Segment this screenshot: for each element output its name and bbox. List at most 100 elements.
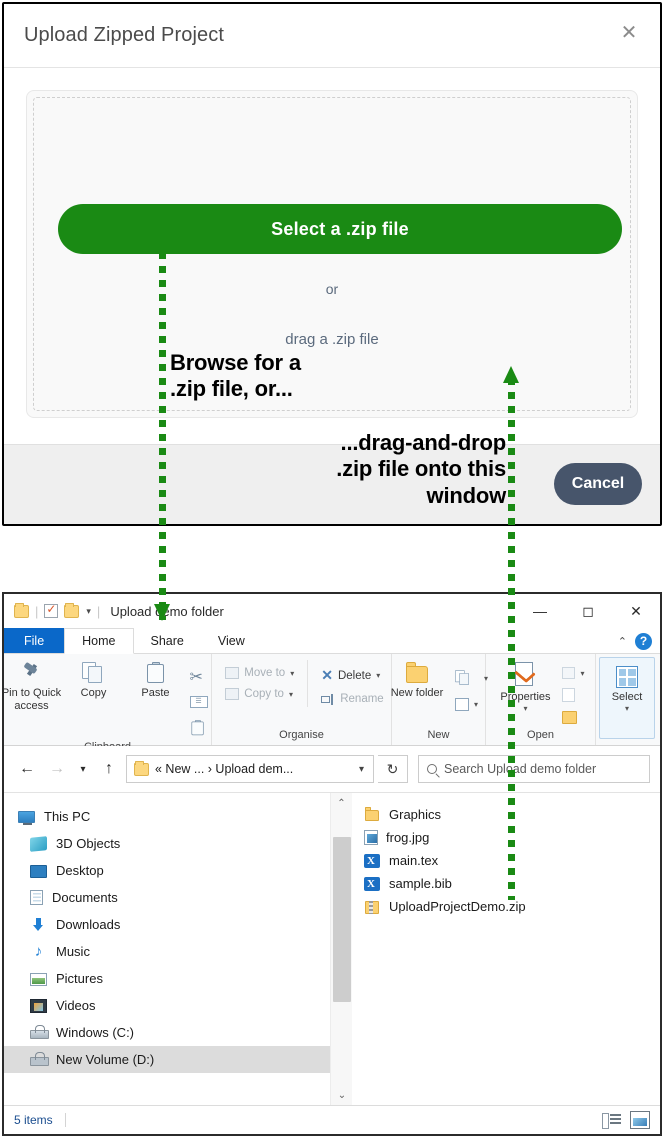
cancel-button[interactable]: Cancel	[554, 463, 642, 505]
move-to-icon	[225, 667, 240, 679]
minimize-button[interactable]: —	[516, 594, 564, 628]
status-bar: 5 items	[4, 1105, 660, 1133]
edit-button[interactable]	[559, 686, 587, 704]
file-name: sample.bib	[389, 876, 452, 891]
annotation-line-drag	[508, 378, 515, 900]
nav-item-3d-objects[interactable]: 3D Objects	[4, 830, 352, 857]
file-name: Graphics	[389, 807, 442, 822]
ribbon-group-new: New folder ▾ ▾ New	[391, 654, 488, 745]
refresh-button[interactable]: ↻	[378, 755, 408, 783]
tab-file[interactable]: File	[4, 628, 65, 653]
folder-icon[interactable]	[64, 602, 80, 618]
tab-home[interactable]: Home	[64, 628, 134, 654]
details-view-icon[interactable]	[602, 1111, 622, 1129]
annotation-line-browse	[159, 238, 166, 620]
history-button[interactable]	[559, 709, 587, 726]
paste-button[interactable]: Paste	[125, 660, 187, 700]
select-icon	[616, 666, 638, 688]
nav-item-label: Pictures	[56, 971, 103, 986]
close-button[interactable]: ✕	[612, 594, 660, 628]
chevron-down-icon[interactable]: ▾	[354, 764, 369, 775]
annotation-arrow-down-icon	[154, 604, 170, 621]
ribbon-group-label-open: Open	[527, 729, 554, 741]
scroll-up-icon[interactable]: ⌃	[331, 793, 352, 813]
tab-share[interactable]: Share	[134, 628, 201, 653]
chevron-up-icon[interactable]: ⌃	[618, 635, 627, 648]
ribbon-group-body: Move to ▾ Copy to ▾ ✕ Delete ▾ Rename	[216, 654, 386, 729]
help-icon[interactable]: ?	[635, 632, 652, 650]
up-arrow-icon[interactable]: ↑	[96, 756, 122, 782]
recent-locations-icon[interactable]: ▾	[74, 756, 92, 782]
nav-item-label: Videos	[56, 998, 96, 1013]
tab-view[interactable]: View	[201, 628, 262, 653]
nav-item-documents[interactable]: Documents	[4, 884, 352, 911]
nav-item-videos[interactable]: Videos	[4, 992, 352, 1019]
easy-access-icon	[455, 698, 469, 711]
close-icon[interactable]: ✕	[616, 20, 642, 46]
nav-item-desktop[interactable]: Desktop	[4, 857, 352, 884]
desktop-icon	[30, 864, 47, 878]
copy-to-button[interactable]: Copy to ▾	[222, 686, 297, 702]
downloads-icon	[30, 917, 47, 933]
maximize-button[interactable]: ◻	[564, 594, 612, 628]
select-button[interactable]: Select ▾	[600, 664, 654, 713]
select-zip-file-button[interactable]: Select a .zip file	[58, 204, 622, 254]
drive-icon	[30, 1051, 49, 1068]
documents-icon	[30, 890, 43, 905]
address-field[interactable]: « New ... › Upload dem... ▾	[126, 755, 374, 783]
ribbon-group-body: Pin to Quick access Copy Paste ✂ ☰	[4, 654, 215, 741]
cut-button[interactable]: ✂	[187, 665, 215, 689]
delete-button[interactable]: ✕ Delete ▾	[318, 665, 386, 686]
zip-file-icon	[364, 899, 381, 915]
new-folder-button[interactable]: New folder	[386, 660, 448, 700]
move-to-button[interactable]: Move to ▾	[222, 665, 297, 681]
folder-icon	[134, 760, 149, 776]
forward-arrow-icon[interactable]: →	[44, 756, 70, 782]
nav-item-label: Documents	[52, 890, 118, 905]
pin-icon	[21, 662, 43, 684]
delete-label: Delete	[337, 669, 372, 682]
nav-item-music[interactable]: ♪ Music	[4, 938, 352, 965]
copy-button[interactable]: Copy	[63, 660, 125, 700]
back-arrow-icon[interactable]: ←	[14, 756, 40, 782]
paste-shortcut-button[interactable]	[187, 715, 215, 741]
nav-item-new-volume-d[interactable]: New Volume (D:)	[4, 1046, 352, 1073]
search-input[interactable]: Search Upload demo folder	[418, 755, 650, 783]
paste-shortcut-icon	[190, 720, 206, 736]
nav-item-downloads[interactable]: Downloads	[4, 911, 352, 938]
new-folder-icon	[404, 662, 430, 684]
paste-icon	[145, 662, 167, 684]
explorer-main: This PC 3D Objects Desktop Documents Dow…	[4, 792, 660, 1105]
annotation-drag-text: ...drag-and-drop .zip file onto this win…	[336, 430, 506, 508]
nav-item-label: 3D Objects	[56, 836, 121, 851]
search-icon	[427, 764, 437, 774]
address-bar: ← → ▾ ↑ « New ... › Upload dem... ▾ ↻ Se…	[4, 746, 660, 792]
rename-icon	[321, 693, 335, 705]
nav-item-windows-c[interactable]: Windows (C:)	[4, 1019, 352, 1046]
checkbox-icon[interactable]	[44, 602, 59, 618]
pin-to-quick-access-button[interactable]: Pin to Quick access	[4, 660, 63, 712]
select-label: Select	[611, 691, 643, 703]
dropzone[interactable]: Select a .zip file or drag a .zip file	[26, 90, 638, 418]
explorer-titlebar: | ▾ | Upload demo folder — ◻ ✕	[4, 594, 660, 628]
nav-item-pictures[interactable]: Pictures	[4, 965, 352, 992]
scroll-down-icon[interactable]: ⌄	[331, 1085, 353, 1105]
navigation-pane-scrollbar[interactable]: ⌃ ⌄	[330, 793, 352, 1105]
navigation-pane: This PC 3D Objects Desktop Documents Dow…	[4, 793, 352, 1105]
scrollbar-thumb[interactable]	[333, 837, 351, 1002]
open-button[interactable]: ▾	[559, 665, 587, 681]
new-folder-label: New folder	[390, 687, 444, 699]
annotation-arrow-up-icon	[503, 366, 519, 383]
divider: |	[96, 603, 101, 619]
nav-item-this-pc[interactable]: This PC	[4, 803, 352, 830]
properties-button[interactable]: Properties ▾	[493, 660, 557, 713]
rename-button[interactable]: Rename	[318, 691, 386, 707]
ribbon-group-body: New folder ▾ ▾	[386, 654, 491, 729]
copy-path-icon: ☰	[189, 696, 208, 708]
videos-icon	[30, 999, 47, 1013]
large-icons-view-icon[interactable]	[630, 1111, 650, 1129]
file-list-pane: Graphics frog.jpg X main.tex X sample.bi…	[352, 793, 660, 1105]
chevron-down-icon[interactable]: ▾	[86, 606, 91, 617]
this-pc-icon	[18, 811, 35, 825]
copy-path-button[interactable]: ☰	[187, 694, 215, 710]
